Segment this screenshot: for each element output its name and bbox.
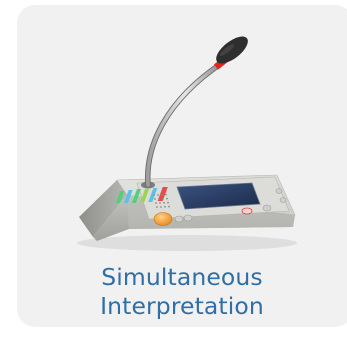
volume-knob <box>153 212 173 226</box>
product-card[interactable]: Simultaneous Interpretation <box>17 5 347 327</box>
small-button <box>262 204 272 212</box>
gooseneck-stem-highlight <box>145 61 224 187</box>
small-button <box>279 197 287 203</box>
product-title-line2: Interpretation <box>100 292 264 320</box>
product-title[interactable]: Simultaneous Interpretation <box>17 263 347 321</box>
base-shadow <box>77 235 297 251</box>
small-button <box>275 188 283 194</box>
gooseneck-stem <box>145 60 225 188</box>
small-button <box>183 214 193 222</box>
small-button <box>174 215 184 223</box>
conference-microphone-console-icon <box>77 36 297 251</box>
product-title-line1: Simultaneous <box>101 263 263 291</box>
red-button <box>241 207 253 215</box>
